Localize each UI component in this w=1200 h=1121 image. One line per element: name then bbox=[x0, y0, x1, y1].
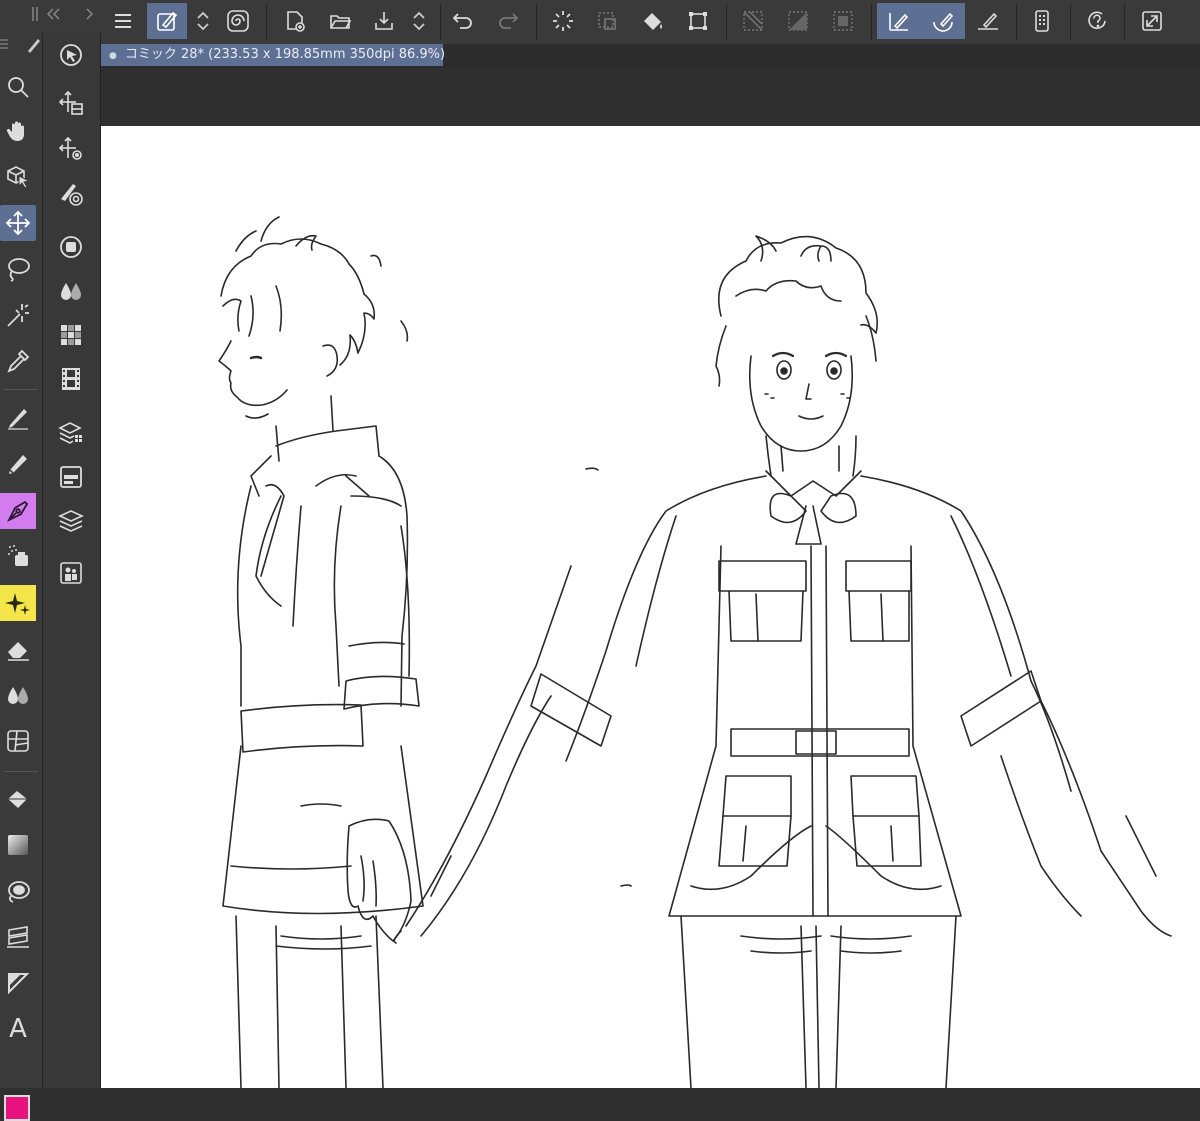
undo-icon[interactable] bbox=[443, 3, 483, 39]
selection-box-icon[interactable] bbox=[823, 3, 863, 39]
hand-icon[interactable] bbox=[0, 113, 36, 149]
layers-icon[interactable] bbox=[53, 503, 89, 539]
sparkle-icon[interactable] bbox=[0, 585, 36, 621]
eraser-icon[interactable] bbox=[0, 631, 36, 667]
target-arrow-icon[interactable] bbox=[53, 37, 89, 73]
hatch-fill-icon[interactable] bbox=[778, 3, 818, 39]
menu-icon[interactable] bbox=[103, 3, 143, 39]
tool-palette: A bbox=[0, 33, 43, 1121]
selection-dotted-icon[interactable] bbox=[587, 3, 627, 39]
up-down-icon[interactable] bbox=[186, 3, 220, 39]
pen-edit-icon[interactable] bbox=[147, 3, 187, 39]
move-gear-icon[interactable] bbox=[53, 131, 89, 167]
drops-icon[interactable] bbox=[53, 273, 89, 309]
magnifier-icon[interactable] bbox=[0, 69, 36, 105]
circle-square-icon[interactable] bbox=[53, 229, 89, 265]
people-icon[interactable] bbox=[53, 555, 89, 591]
layer-property-icon[interactable] bbox=[53, 459, 89, 495]
airbrush-icon[interactable] bbox=[0, 538, 36, 574]
contour-icon[interactable] bbox=[0, 873, 36, 909]
loading-ring-icon[interactable] bbox=[543, 3, 583, 39]
expand-icon[interactable] bbox=[1132, 3, 1172, 39]
move-layer-icon[interactable] bbox=[53, 85, 89, 121]
document-tab-title: コミック 28* (233.53 x 198.85mm 350dpi 86.9%… bbox=[124, 47, 446, 62]
device-icon[interactable] bbox=[1022, 3, 1062, 39]
main-color-swatch[interactable] bbox=[4, 1095, 30, 1121]
palette-header bbox=[0, 33, 42, 57]
magic-wand-icon[interactable] bbox=[0, 297, 36, 333]
hatch-icon[interactable] bbox=[733, 3, 773, 39]
ink-pen-icon[interactable] bbox=[0, 493, 36, 529]
text-icon[interactable]: A bbox=[0, 1011, 36, 1047]
lasso-icon[interactable] bbox=[0, 251, 36, 287]
cube-pointer-icon[interactable] bbox=[0, 159, 36, 195]
sketch-artwork bbox=[218, 216, 1172, 1088]
layers-settings-icon[interactable] bbox=[53, 415, 89, 451]
fill-icon[interactable] bbox=[633, 3, 673, 39]
film-icon[interactable] bbox=[53, 361, 89, 397]
drops-icon[interactable] bbox=[0, 677, 36, 713]
ruler-tool-icon[interactable] bbox=[0, 919, 36, 955]
drawing-canvas[interactable] bbox=[101, 126, 1200, 1088]
help-icon[interactable] bbox=[1077, 3, 1117, 39]
fill-bucket-icon[interactable] bbox=[0, 782, 36, 818]
main-toolbar bbox=[0, 0, 1200, 45]
gradient-icon[interactable] bbox=[0, 827, 36, 863]
ruler-pen-icon[interactable] bbox=[877, 3, 921, 39]
pen-icon[interactable] bbox=[0, 399, 36, 435]
triangle-icon[interactable] bbox=[0, 965, 36, 1001]
document-tab-strip: ● コミック 28* (233.53 x 198.85mm 350dpi 86.9… bbox=[101, 44, 1200, 68]
ruler-line-icon[interactable] bbox=[968, 3, 1008, 39]
transform-icon[interactable] bbox=[678, 3, 718, 39]
eyedropper-icon[interactable] bbox=[0, 343, 36, 379]
redo-icon[interactable] bbox=[488, 3, 528, 39]
modified-indicator: ● bbox=[109, 51, 117, 61]
document-tab[interactable]: ● コミック 28* (233.53 x 198.85mm 350dpi 86.9… bbox=[101, 44, 446, 66]
panel-grip-icon[interactable] bbox=[30, 6, 44, 22]
chevron-right-icon[interactable] bbox=[84, 6, 96, 22]
pencil-icon[interactable] bbox=[0, 445, 36, 481]
sub-tool-palette bbox=[43, 33, 101, 1088]
frame-icon[interactable] bbox=[0, 723, 36, 759]
up-down-icon[interactable] bbox=[402, 3, 436, 39]
collapse-left-icon[interactable] bbox=[45, 6, 61, 22]
grid-icon[interactable] bbox=[53, 317, 89, 353]
move-icon[interactable] bbox=[0, 205, 36, 241]
brush-snap-icon[interactable] bbox=[921, 3, 965, 39]
folder-icon[interactable] bbox=[320, 3, 360, 39]
spiral-icon[interactable] bbox=[218, 3, 258, 39]
new-file-icon[interactable] bbox=[275, 3, 315, 39]
brush-target-icon[interactable] bbox=[53, 176, 89, 212]
workspace-margin bbox=[101, 68, 1200, 126]
save-icon[interactable] bbox=[364, 3, 404, 39]
